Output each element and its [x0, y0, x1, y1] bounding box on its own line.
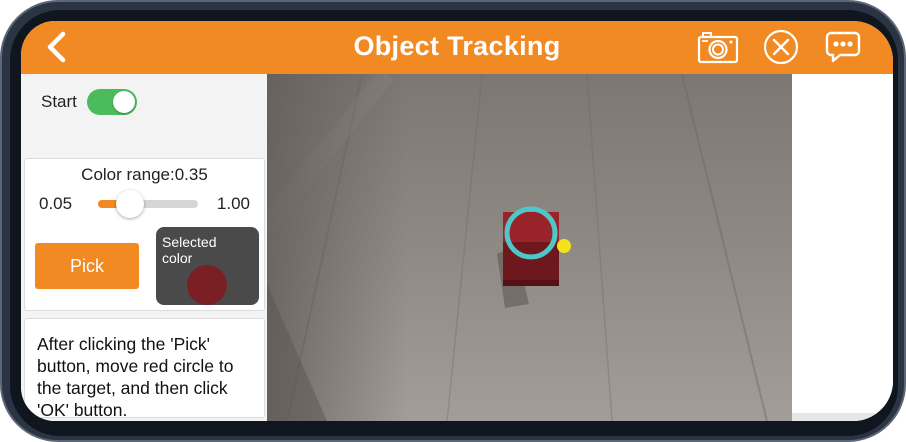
color-settings-card: Color range:0.35 0.05 1.00 Pick Selected… [24, 158, 265, 311]
instructions-card: After clicking the 'Pick' button, move r… [24, 318, 265, 420]
tracking-marker [557, 239, 571, 253]
start-toggle[interactable] [86, 89, 137, 115]
close-button[interactable] [761, 29, 801, 65]
right-blank-area [792, 74, 893, 421]
color-range-label: Color range:0.35 [81, 165, 208, 184]
start-label: Start [41, 92, 77, 111]
back-button[interactable] [39, 29, 75, 65]
selected-color-box: Selected color [156, 227, 259, 305]
chat-bubble-icon [825, 31, 861, 63]
selected-color-label: Selected color [162, 234, 217, 266]
chevron-left-icon [47, 31, 66, 63]
right-bottom-strip [792, 413, 893, 421]
start-row: Start [41, 88, 137, 116]
instructions-text: After clicking the 'Pick' button, move r… [37, 334, 234, 420]
control-panel: Start Color range:0.35 0.05 1.00 Pick Se… [21, 74, 267, 421]
camera-button[interactable] [695, 29, 741, 65]
camera-view[interactable] [267, 74, 792, 421]
close-circle-icon [763, 29, 799, 65]
selected-color-swatch [187, 265, 227, 305]
slider-thumb[interactable] [115, 190, 144, 218]
color-range-slider[interactable] [98, 190, 198, 218]
toggle-knob [112, 91, 135, 113]
chat-button[interactable] [823, 29, 863, 65]
range-max-label: 1.00 [216, 194, 250, 213]
camera-icon [697, 32, 739, 64]
app-screen: Object Tracking Start Color range:0.35 0… [21, 21, 893, 421]
app-header: Object Tracking [21, 21, 893, 74]
camera-feed [267, 74, 792, 421]
range-min-label: 0.05 [39, 194, 73, 213]
pick-button[interactable]: Pick [35, 243, 139, 289]
